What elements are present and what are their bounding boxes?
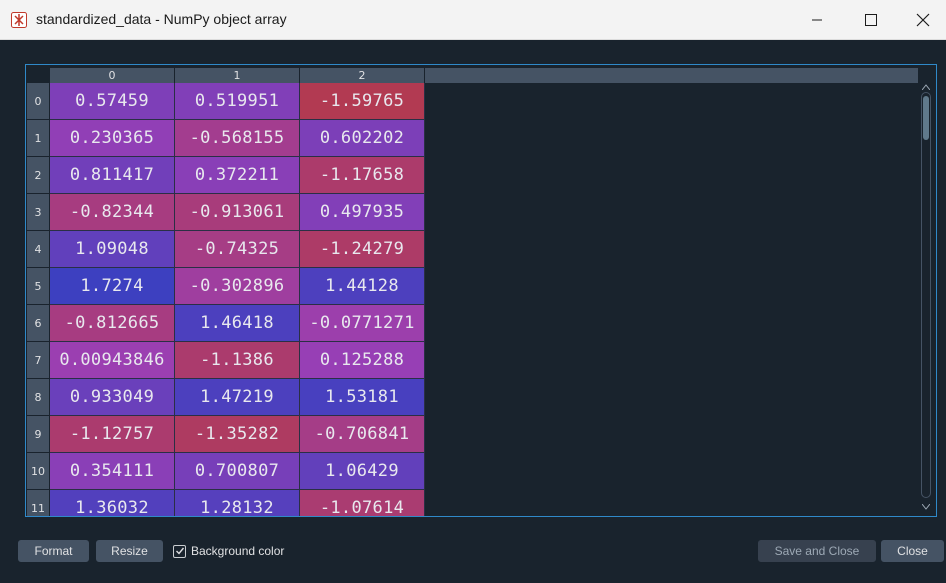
close-icon bbox=[916, 13, 930, 27]
table-cell[interactable]: 1.06429 bbox=[300, 453, 425, 490]
row-header[interactable]: 9 bbox=[27, 416, 49, 453]
spyder-app-icon bbox=[11, 12, 27, 28]
table-cell[interactable]: -1.12757 bbox=[50, 416, 175, 453]
row-header[interactable]: 5 bbox=[27, 268, 49, 305]
row-header[interactable]: 10 bbox=[27, 453, 49, 490]
row-header[interactable]: 4 bbox=[27, 231, 49, 268]
close-button[interactable]: Close bbox=[881, 540, 944, 562]
scroll-up-arrow-icon[interactable] bbox=[922, 84, 930, 90]
table-cell[interactable]: 0.230365 bbox=[50, 120, 175, 157]
row-header[interactable]: 11 bbox=[27, 490, 49, 516]
table-cell[interactable]: 0.519951 bbox=[175, 83, 300, 120]
table-cell[interactable]: 0.811417 bbox=[50, 157, 175, 194]
table-cell[interactable]: 0.354111 bbox=[50, 453, 175, 490]
dialog-body: 0 1 2 0 0.57459 0.519951 -1.59765 1 0.230365-… bbox=[0, 40, 946, 583]
table-cell[interactable]: 0.700807 bbox=[175, 453, 300, 490]
scrollbar-track[interactable] bbox=[921, 92, 931, 498]
table-cell[interactable]: 0.372211 bbox=[175, 157, 300, 194]
table-cell[interactable]: -0.82344 bbox=[50, 194, 175, 231]
row-header[interactable]: 1 bbox=[27, 120, 49, 157]
scrollbar-thumb[interactable] bbox=[923, 96, 929, 140]
table-cell[interactable]: -1.17658 bbox=[300, 157, 425, 194]
table-cell[interactable]: -1.24279 bbox=[300, 231, 425, 268]
table-cell[interactable]: 0.57459 bbox=[50, 83, 175, 120]
row-header[interactable]: 3 bbox=[27, 194, 49, 231]
table-cell[interactable]: -0.706841 bbox=[300, 416, 425, 453]
table-cell[interactable]: 0.125288 bbox=[300, 342, 425, 379]
table-cell[interactable]: -0.913061 bbox=[175, 194, 300, 231]
table-cell[interactable]: 1.7274 bbox=[50, 268, 175, 305]
scroll-down-arrow-icon[interactable] bbox=[922, 504, 930, 510]
row-header[interactable]: 8 bbox=[27, 379, 49, 416]
background-color-checkbox[interactable] bbox=[173, 544, 186, 558]
save-and-close-button[interactable]: Save and Close bbox=[758, 540, 876, 562]
table-corner bbox=[26, 69, 50, 83]
row-header[interactable]: 0 bbox=[27, 83, 49, 120]
table-cell[interactable]: 1.28132 bbox=[175, 490, 300, 516]
row-header[interactable]: 6 bbox=[27, 305, 49, 342]
array-table[interactable]: 0 1 2 0 0.57459 0.519951 -1.59765 1 0.230365-… bbox=[25, 64, 937, 517]
background-color-toggle[interactable]: Background color bbox=[173, 544, 284, 558]
table-cell[interactable]: 1.44128 bbox=[300, 268, 425, 305]
column-header[interactable]: 0 bbox=[50, 68, 175, 83]
table-cell[interactable]: -1.35282 bbox=[175, 416, 300, 453]
table-cell[interactable]: -0.568155 bbox=[175, 120, 300, 157]
vertical-scrollbar[interactable] bbox=[919, 83, 933, 515]
table-cell[interactable]: 1.09048 bbox=[50, 231, 175, 268]
column-header[interactable]: 1 bbox=[175, 68, 300, 83]
table-cell[interactable]: -0.74325 bbox=[175, 231, 300, 268]
minimize-button[interactable] bbox=[794, 0, 840, 40]
background-color-label: Background color bbox=[191, 544, 285, 558]
table-cell[interactable]: 0.497935 bbox=[300, 194, 425, 231]
table-cell[interactable]: 1.36032 bbox=[50, 490, 175, 516]
table-cell[interactable]: -1.07614 bbox=[300, 490, 425, 516]
format-button[interactable]: Format bbox=[18, 540, 89, 562]
checkmark-icon bbox=[175, 547, 184, 555]
table-cell[interactable]: 1.53181 bbox=[300, 379, 425, 416]
maximize-icon bbox=[865, 14, 877, 26]
table-cell[interactable]: 0.933049 bbox=[50, 379, 175, 416]
table-cell[interactable]: 0.00943846 bbox=[50, 342, 175, 379]
table-cell[interactable]: -1.59765 bbox=[300, 83, 425, 120]
table-cell[interactable]: 1.47219 bbox=[175, 379, 300, 416]
table-cell[interactable]: -0.0771271 bbox=[300, 305, 425, 342]
title-bar: standardized_data - NumPy object array bbox=[0, 0, 946, 40]
table-cell[interactable]: -0.812665 bbox=[50, 305, 175, 342]
close-window-button[interactable] bbox=[900, 0, 946, 40]
maximize-button[interactable] bbox=[848, 0, 894, 40]
resize-button[interactable]: Resize bbox=[96, 540, 163, 562]
row-header[interactable]: 2 bbox=[27, 157, 49, 194]
window-title: standardized_data - NumPy object array bbox=[36, 11, 287, 27]
table-cell[interactable]: -1.1386 bbox=[175, 342, 300, 379]
table-cell[interactable]: -0.302896 bbox=[175, 268, 300, 305]
table-cell[interactable]: 0.602202 bbox=[300, 120, 425, 157]
column-header[interactable]: 2 bbox=[300, 68, 425, 83]
row-header[interactable]: 7 bbox=[27, 342, 49, 379]
minimize-icon bbox=[812, 19, 822, 21]
table-cell[interactable]: 1.46418 bbox=[175, 305, 300, 342]
